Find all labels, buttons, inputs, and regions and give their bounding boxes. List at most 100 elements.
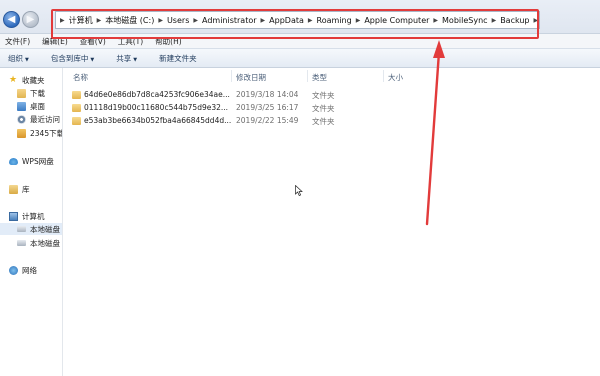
- crumb-roaming[interactable]: Roaming: [317, 16, 352, 25]
- menu-edit[interactable]: 编辑(E): [42, 36, 68, 47]
- computer-icon: [9, 211, 18, 221]
- nav-desktop[interactable]: 桌面: [17, 100, 45, 112]
- file-modified: 2019/3/18 14:04: [236, 90, 299, 99]
- crumb-mobilesync[interactable]: MobileSync: [442, 16, 488, 25]
- nav-downloads[interactable]: 下载: [17, 87, 45, 99]
- crumb-appdata[interactable]: AppData: [269, 16, 304, 25]
- nav-label: 收藏夹: [22, 75, 45, 85]
- chevron-right-icon[interactable]: ▶: [429, 17, 442, 24]
- column-divider[interactable]: [231, 70, 232, 82]
- folder-icon: [17, 128, 26, 138]
- column-header-modified[interactable]: 修改日期: [236, 72, 266, 83]
- crumb-drive-c[interactable]: 本地磁盘 (C:): [105, 15, 154, 26]
- menu-help[interactable]: 帮助(H): [155, 36, 182, 47]
- address-row: ◀ ▶ ▶ 计算机 ▶ 本地磁盘 (C:) ▶ Users ▶ Administ…: [0, 0, 600, 34]
- nav-recent[interactable]: 最近访问: [17, 113, 60, 125]
- caret-down-icon: ▼: [25, 56, 29, 63]
- column-header-type[interactable]: 类型: [312, 72, 327, 83]
- back-arrow-icon: ◀: [7, 14, 16, 25]
- menu-bar: 文件(F) 编辑(E) 查看(V) 工具(T) 帮助(H): [0, 34, 600, 48]
- share-label: 共享: [116, 53, 132, 63]
- nav-label: WPS网盘: [22, 156, 54, 166]
- nav-2345-downloads[interactable]: 2345下载: [17, 127, 63, 139]
- chevron-right-icon[interactable]: ▶: [488, 17, 501, 24]
- nav-label: 本地磁盘: [30, 238, 60, 248]
- new-folder-button[interactable]: 新建文件夹: [159, 53, 197, 64]
- column-divider[interactable]: [383, 70, 384, 82]
- cloud-icon: [9, 157, 18, 165]
- file-row[interactable]: 64d6e0e86db7d8ca4253fc906e34ae... 2019/3…: [63, 89, 600, 102]
- forward-arrow-icon: ▶: [26, 14, 35, 25]
- crumb-apple-computer[interactable]: Apple Computer: [364, 16, 429, 25]
- menu-view[interactable]: 查看(V): [80, 36, 106, 47]
- nav-label: 网络: [22, 265, 37, 275]
- nav-label: 库: [22, 184, 30, 194]
- navigation-pane: ★ 收藏夹 下载 桌面 最近访问 2345下载 WPS网盘 库 计算机 本地磁盘…: [0, 68, 63, 376]
- organize-button[interactable]: 组织 ▼: [8, 53, 29, 64]
- caret-down-icon: ▼: [133, 56, 138, 63]
- chevron-right-icon[interactable]: ▶: [154, 17, 167, 24]
- chevron-right-icon[interactable]: ▶: [352, 17, 365, 24]
- share-button[interactable]: 共享 ▼: [116, 53, 137, 64]
- file-name: 64d6e0e86db7d8ca4253fc906e34ae...: [84, 90, 230, 99]
- address-bar[interactable]: ▶ 计算机 ▶ 本地磁盘 (C:) ▶ Users ▶ Administrato…: [55, 11, 540, 29]
- library-icon: [9, 184, 18, 194]
- menu-file[interactable]: 文件(F): [5, 36, 30, 47]
- nav-computer[interactable]: 计算机: [9, 210, 45, 222]
- chevron-right-icon[interactable]: ▶: [189, 17, 202, 24]
- nav-favorites[interactable]: ★ 收藏夹: [9, 74, 45, 86]
- file-name: 01118d19b00c11680c544b75d9e32...: [84, 103, 229, 112]
- nav-drive-d[interactable]: 本地磁盘: [17, 237, 60, 249]
- mouse-cursor-icon: [295, 185, 303, 196]
- downloads-folder-icon: [17, 88, 26, 98]
- nav-wps-cloud[interactable]: WPS网盘: [9, 155, 54, 167]
- nav-label: 本地磁盘: [30, 224, 60, 234]
- crumb-users[interactable]: Users: [167, 16, 189, 25]
- nav-label: 计算机: [22, 211, 45, 221]
- nav-label: 桌面: [30, 101, 45, 111]
- desktop-icon: [17, 101, 26, 111]
- chevron-right-icon[interactable]: ▶: [530, 17, 539, 24]
- nav-label: 2345下载: [30, 128, 63, 138]
- file-type: 文件夹: [312, 117, 335, 126]
- file-row[interactable]: e53ab3be6634b052fba4a66845dd4d... 2019/2…: [63, 115, 600, 128]
- hard-drive-icon: [17, 240, 26, 246]
- chevron-right-icon[interactable]: ▶: [257, 17, 270, 24]
- command-toolbar: 组织 ▼ 包含到库中 ▼ 共享 ▼ 新建文件夹: [0, 48, 600, 68]
- hard-drive-icon: [17, 226, 26, 232]
- menu-tools[interactable]: 工具(T): [118, 36, 143, 47]
- file-modified: 2019/3/25 16:17: [236, 103, 299, 112]
- chevron-right-icon[interactable]: ▶: [304, 17, 317, 24]
- include-in-library-label: 包含到库中: [50, 53, 89, 63]
- recent-places-icon: [17, 114, 26, 124]
- crumb-backup[interactable]: Backup: [500, 16, 529, 25]
- file-modified: 2019/2/22 15:49: [236, 116, 299, 125]
- nav-library[interactable]: 库: [9, 183, 30, 195]
- file-row[interactable]: 01118d19b00c11680c544b75d9e32... 2019/3/…: [63, 102, 600, 115]
- file-list: 名称 修改日期 类型 大小 64d6e0e86db7d8ca4253fc906e…: [63, 68, 600, 376]
- nav-label: 下载: [30, 88, 45, 98]
- forward-button[interactable]: ▶: [22, 11, 39, 28]
- nav-network[interactable]: 网络: [9, 264, 37, 276]
- organize-label: 组织: [8, 53, 23, 63]
- folder-icon: [72, 104, 81, 112]
- nav-drive-c[interactable]: 本地磁盘: [0, 223, 62, 235]
- folder-icon: [72, 91, 81, 99]
- file-type: 文件夹: [312, 91, 335, 100]
- column-header-name[interactable]: 名称: [73, 72, 88, 83]
- star-icon: ★: [9, 74, 18, 85]
- caret-down-icon: ▼: [90, 56, 95, 63]
- file-name: e53ab3be6634b052fba4a66845dd4d...: [84, 116, 232, 125]
- network-icon: [9, 265, 18, 275]
- file-type: 文件夹: [312, 104, 335, 113]
- column-header-size[interactable]: 大小: [388, 72, 403, 83]
- nav-label: 最近访问: [30, 114, 60, 124]
- column-divider[interactable]: [307, 70, 308, 82]
- chevron-right-icon[interactable]: ▶: [56, 17, 69, 24]
- crumb-computer[interactable]: 计算机: [69, 15, 93, 26]
- include-in-library-button[interactable]: 包含到库中 ▼: [51, 53, 94, 64]
- chevron-right-icon[interactable]: ▶: [93, 17, 106, 24]
- folder-icon: [72, 117, 81, 125]
- back-button[interactable]: ◀: [3, 11, 20, 28]
- crumb-administrator[interactable]: Administrator: [202, 16, 257, 25]
